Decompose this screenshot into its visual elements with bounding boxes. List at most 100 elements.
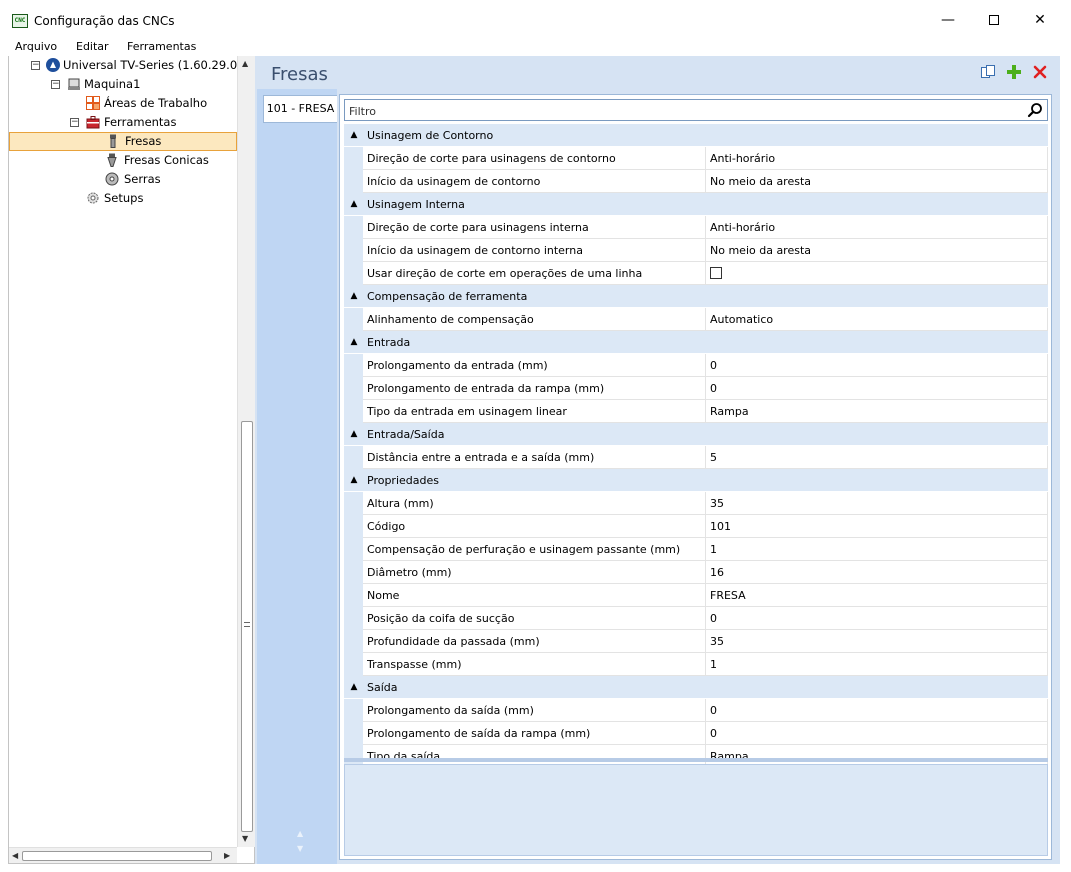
property-value[interactable]: 35 [710, 630, 1048, 653]
property-row[interactable]: Alinhamento de compensação Automatico [344, 308, 1048, 331]
property-row[interactable]: Distância entre a entrada e a saída (mm)… [344, 446, 1048, 469]
property-row[interactable]: Diâmetro (mm) 16 [344, 561, 1048, 584]
tree-item-areas-de-trabalho[interactable]: Áreas de Trabalho [9, 94, 237, 113]
property-row[interactable]: Transpasse (mm) 1 [344, 653, 1048, 676]
scroll-right-icon[interactable]: ▶ [224, 851, 230, 860]
property-row[interactable]: Altura (mm) 35 [344, 492, 1048, 515]
property-value[interactable]: 16 [710, 561, 1048, 584]
scroll-up-icon[interactable]: ▲ [242, 59, 248, 68]
menu-ferramentas[interactable]: Ferramentas [127, 40, 196, 53]
chevron-up-icon[interactable]: ▲ [348, 469, 360, 492]
collapse-icon[interactable]: − [31, 61, 40, 70]
category-row[interactable]: ▲ Entrada [344, 331, 1048, 354]
property-value[interactable]: Anti-horário [710, 147, 1048, 170]
menu-editar[interactable]: Editar [76, 40, 109, 53]
property-value[interactable]: 0 [710, 699, 1048, 722]
chevron-up-icon[interactable]: ▲ [348, 423, 360, 446]
property-value[interactable] [710, 262, 1048, 285]
category-row[interactable]: ▲ Compensação de ferramenta [344, 285, 1048, 308]
search-icon[interactable] [1027, 102, 1043, 118]
property-row[interactable]: Tipo da entrada em usinagem linear Rampa [344, 400, 1048, 423]
property-value[interactable]: 101 [710, 515, 1048, 538]
property-row[interactable]: Código 101 [344, 515, 1048, 538]
property-row[interactable]: Compensação de perfuração e usinagem pas… [344, 538, 1048, 561]
property-name: Tipo da entrada em usinagem linear [367, 400, 706, 423]
property-row[interactable]: Profundidade da passada (mm) 35 [344, 630, 1048, 653]
category-row[interactable]: ▲ Propriedades [344, 469, 1048, 492]
tree-vertical-scrollbar[interactable]: ▲ ▼ [237, 56, 255, 847]
chevron-up-icon[interactable]: ▲ [348, 331, 360, 354]
property-value[interactable]: 1 [710, 653, 1048, 676]
property-value[interactable]: FRESA [710, 584, 1048, 607]
property-value[interactable]: 5 [710, 446, 1048, 469]
property-row[interactable]: Direção de corte para usinagens interna A… [344, 216, 1048, 239]
property-row[interactable]: Prolongamento da saída (mm) 0 [344, 699, 1048, 722]
tree-horizontal-scrollbar[interactable]: ◀ ▶ [9, 847, 237, 863]
plus-icon[interactable] [1006, 64, 1022, 80]
maximize-button[interactable] [971, 6, 1017, 34]
scroll-down-icon[interactable]: ▼ [242, 834, 248, 843]
tree-item-fresas[interactable]: Fresas [9, 132, 237, 151]
property-checkbox[interactable] [710, 267, 722, 279]
collapse-icon[interactable]: − [51, 80, 60, 89]
property-value[interactable]: 0 [710, 722, 1048, 745]
toolbox-icon [86, 116, 100, 129]
row-gutter [344, 653, 363, 676]
tree-item-ferramentas[interactable]: − Ferramentas [9, 113, 237, 132]
property-value[interactable]: Anti-horário [710, 216, 1048, 239]
property-row[interactable]: Posição da coifa de sucção 0 [344, 607, 1048, 630]
copy-icon[interactable] [980, 64, 996, 80]
category-row[interactable]: ▲ Entrada/Saída [344, 423, 1048, 446]
property-row[interactable]: Direção de corte para usinagens de conto… [344, 147, 1048, 170]
row-gutter [344, 492, 363, 515]
chevron-up-icon[interactable]: ▲ [348, 285, 360, 308]
property-row[interactable]: Início da usinagem de contorno interna No… [344, 239, 1048, 262]
tree-item-fresas-conicas[interactable]: Fresas Conicas [9, 151, 237, 170]
tree-item-label: Ferramentas [104, 115, 177, 129]
tree-item-maquina1[interactable]: − Maquina1 [9, 75, 237, 94]
chevron-up-icon[interactable]: ▲ [348, 124, 360, 147]
property-row[interactable]: Prolongamento da entrada (mm) 0 [344, 354, 1048, 377]
category-row[interactable]: ▲ Usinagem de Contorno [344, 124, 1048, 147]
category-row[interactable]: ▲ Usinagem Interna [344, 193, 1048, 216]
scrollbar-thumb[interactable] [241, 421, 253, 832]
property-row[interactable]: Início da usinagem de contorno No meio da… [344, 170, 1048, 193]
property-value[interactable]: Automatico [710, 308, 1048, 331]
property-value[interactable]: 1 [710, 538, 1048, 561]
tab-101-fresa[interactable]: 101 - FRESA [263, 95, 337, 123]
property-value[interactable]: 35 [710, 492, 1048, 515]
close-button[interactable]: ✕ [1017, 6, 1063, 34]
property-row[interactable]: Usar direção de corte em operações de um… [344, 262, 1048, 285]
tree-item-universal[interactable]: − Universal TV-Series (1.60.29.0) [9, 56, 242, 75]
tree-item-label: Fresas Conicas [124, 153, 209, 167]
description-splitter[interactable] [344, 758, 1048, 762]
tab-scroll-up-icon[interactable]: ▲ [297, 829, 303, 838]
scrollbar-thumb[interactable] [22, 851, 212, 861]
scroll-left-icon[interactable]: ◀ [12, 851, 18, 860]
category-label: Entrada/Saída [367, 428, 445, 441]
property-row[interactable]: Nome FRESA [344, 584, 1048, 607]
collapse-icon[interactable]: − [70, 118, 79, 127]
property-value[interactable]: No meio da aresta [710, 170, 1048, 193]
property-value[interactable]: Rampa [710, 400, 1048, 423]
property-row[interactable]: Prolongamento de entrada da rampa (mm) 0 [344, 377, 1048, 400]
tree-item-setups[interactable]: Setups [9, 189, 237, 208]
property-value[interactable]: 0 [710, 354, 1048, 377]
menu-arquivo[interactable]: Arquivo [15, 40, 57, 53]
chevron-up-icon[interactable]: ▲ [348, 676, 360, 699]
delete-icon[interactable] [1032, 64, 1048, 80]
category-row[interactable]: ▲ Saída [344, 676, 1048, 699]
tree-item-label: Universal TV-Series (1.60.29.0) [63, 58, 242, 72]
property-row[interactable]: Prolongamento de saída da rampa (mm) 0 [344, 722, 1048, 745]
property-name: Prolongamento da saída (mm) [367, 699, 706, 722]
row-gutter [344, 630, 363, 653]
property-value[interactable]: 0 [710, 607, 1048, 630]
tab-scroll-down-icon[interactable]: ▼ [297, 844, 303, 853]
properties-panel: Fresas 101 - FRESA ▲ ▼ ▲ Usinagem de Cont… [255, 56, 1060, 864]
filter-input[interactable] [349, 103, 1019, 119]
minimize-button[interactable]: — [925, 6, 971, 34]
property-value[interactable]: No meio da aresta [710, 239, 1048, 262]
property-value[interactable]: 0 [710, 377, 1048, 400]
chevron-up-icon[interactable]: ▲ [348, 193, 360, 216]
tree-item-serras[interactable]: Serras [9, 170, 237, 189]
